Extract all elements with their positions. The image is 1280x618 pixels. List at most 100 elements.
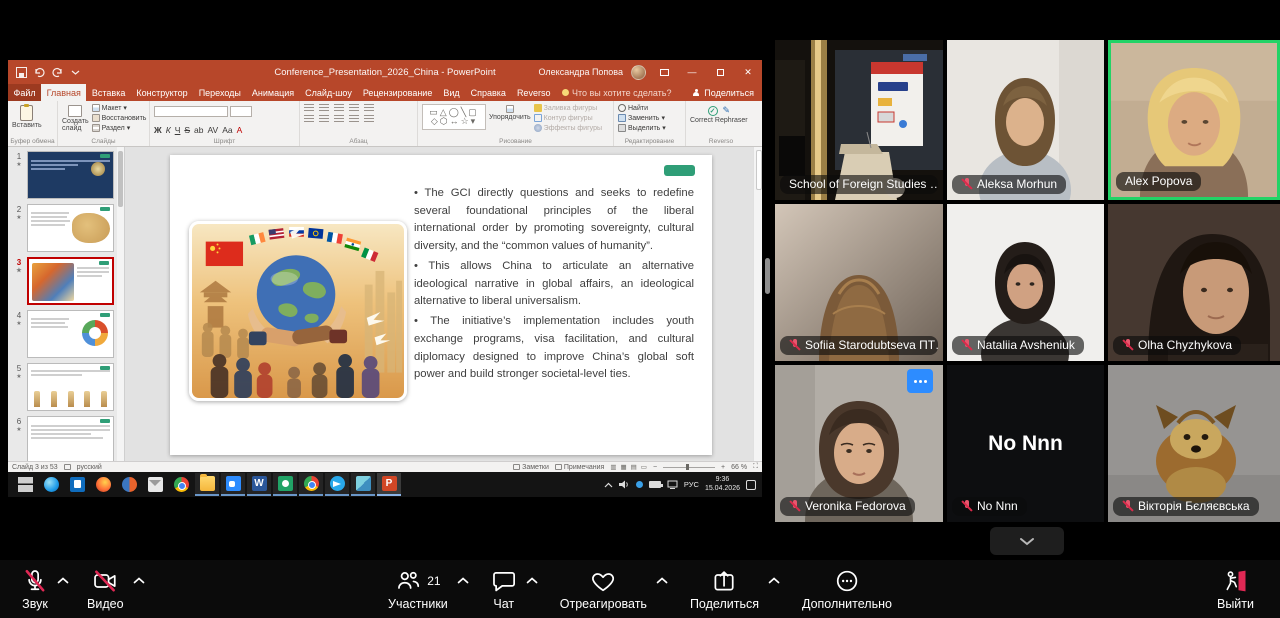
participants-button[interactable]: 21 Участники (386, 564, 450, 615)
green-app-button[interactable] (273, 473, 297, 496)
explorer-button[interactable] (195, 473, 219, 496)
participant-tile-viktoriia[interactable]: Вікторія Бєляєвська (1108, 365, 1280, 522)
tell-me-box[interactable]: Что вы хотите сделать? (556, 84, 678, 101)
slide-thumbnail-5[interactable] (27, 363, 114, 411)
shape-outline-button[interactable]: Контур фигуры (534, 114, 602, 122)
chat-button[interactable]: Чат (489, 564, 519, 615)
share-screen-button[interactable]: Поделиться (688, 564, 761, 615)
zoom-level[interactable]: 66 % (731, 464, 747, 471)
network-icon[interactable] (667, 480, 678, 489)
audio-button[interactable]: Звук (20, 564, 50, 615)
align-center-icon[interactable] (319, 115, 329, 123)
bluetooth-icon[interactable] (636, 481, 643, 488)
share-options-chevron[interactable] (766, 575, 782, 586)
react-options-chevron[interactable] (654, 575, 670, 586)
section-button[interactable]: Раздел ▾ (92, 124, 147, 132)
tab-insert[interactable]: Вставка (86, 84, 130, 101)
justify-icon[interactable] (349, 115, 359, 123)
account-name[interactable]: Олександра Попова (539, 67, 623, 77)
shape-fill-button[interactable]: Заливка фигуры (534, 104, 602, 112)
slideshow-icon[interactable]: ▭ (641, 463, 647, 471)
ribbon-display-options-icon[interactable] (654, 63, 674, 81)
bullets-icon[interactable] (304, 104, 314, 112)
save-icon[interactable] (16, 67, 27, 78)
slide-vertical-scrollbar[interactable] (753, 147, 762, 461)
edge-button[interactable] (39, 473, 63, 496)
shape-gallery[interactable]: ▭△◯╲▢◇⬡↔☆▾ (422, 104, 486, 130)
redo-icon[interactable] (52, 67, 63, 78)
video-options-chevron[interactable] (131, 575, 147, 586)
char-spacing-button[interactable]: ab (194, 125, 203, 135)
telegram-button[interactable] (325, 473, 349, 496)
font-color-button[interactable]: А (237, 125, 243, 135)
tab-home[interactable]: Главная (41, 84, 86, 101)
zoom-slider[interactable] (663, 467, 715, 468)
start-button[interactable] (13, 473, 37, 496)
select-button[interactable]: Выделить ▾ (618, 124, 666, 132)
font-name-box[interactable] (154, 106, 228, 117)
firefox-button[interactable] (91, 473, 115, 496)
participant-tile-school[interactable]: School of Foreign Studies … (775, 40, 943, 200)
indent-decrease-icon[interactable] (334, 104, 344, 112)
arrange-button[interactable]: Упорядочить (489, 104, 531, 121)
align-right-icon[interactable] (334, 115, 344, 123)
shared-screen-scrollbar[interactable] (765, 258, 770, 294)
battery-icon[interactable] (649, 481, 661, 488)
tab-slideshow[interactable]: Слайд-шоу (300, 84, 358, 101)
close-button[interactable]: ✕ (738, 63, 758, 81)
keyboard-language[interactable]: РУС (684, 480, 699, 489)
bold-button[interactable]: Ж (154, 125, 162, 135)
new-slide-button[interactable]: Создать слайд (62, 104, 89, 132)
tile-more-options-button[interactable] (907, 369, 933, 393)
clear-format-button[interactable]: Aa (222, 125, 232, 135)
layout-button[interactable]: Макет ▾ (92, 104, 147, 112)
comments-button[interactable]: Примечания (555, 464, 604, 471)
tab-help[interactable]: Справка (465, 84, 511, 101)
notes-app-button[interactable] (351, 473, 375, 496)
clock[interactable]: 9:36 15.04.2026 (705, 476, 740, 494)
powerpoint-taskbar-button[interactable]: P (377, 473, 401, 496)
slide-thumbnail-6[interactable] (27, 416, 114, 464)
participant-tile-olha[interactable]: Olha Chyzhykova (1108, 204, 1280, 361)
replace-button[interactable]: Заменить ▾ (618, 114, 666, 122)
gallery-scroll-down-button[interactable] (990, 527, 1064, 555)
undo-icon[interactable] (34, 67, 45, 78)
fit-slide-icon[interactable]: ⛶ (753, 463, 758, 471)
italic-button[interactable]: К (166, 125, 171, 135)
zoom-app-button[interactable] (221, 473, 245, 496)
participant-tile-alex-popova[interactable]: Alex Popova (1108, 40, 1280, 200)
strikethrough-button[interactable]: S (184, 125, 190, 135)
opera-button[interactable] (117, 473, 141, 496)
participant-tile-sofiia[interactable]: Sofiia Starodubtseva ПТ… (775, 204, 943, 361)
tab-review[interactable]: Рецензирование (357, 84, 438, 101)
find-button[interactable]: Найти (618, 104, 666, 112)
share-ribbon-button[interactable]: Поделиться (692, 84, 762, 101)
audio-options-chevron[interactable] (55, 575, 71, 586)
mail-button[interactable] (143, 473, 167, 496)
normal-view-icon[interactable]: ▥ (610, 463, 616, 471)
spellcheck-icon[interactable] (64, 464, 71, 470)
participant-tile-no-nnn[interactable]: No Nnn No Nnn (947, 365, 1104, 522)
word-button[interactable]: W (247, 473, 271, 496)
current-slide[interactable]: • The GCI directly questions and seeks t… (170, 155, 712, 455)
restore-button[interactable] (710, 63, 730, 81)
notes-button[interactable]: Заметки (513, 464, 549, 471)
slide-thumbnail-1[interactable] (27, 151, 114, 199)
shape-effects-button[interactable]: Эффекты фигуры (534, 124, 602, 132)
columns-icon[interactable] (364, 115, 374, 123)
tab-animations[interactable]: Анимация (246, 84, 299, 101)
slide-thumbnail-4[interactable] (27, 310, 114, 358)
correct-rephraser-button[interactable]: ✓ ✎ Correct Rephraser (690, 104, 748, 124)
slide-thumbnail-2[interactable] (27, 204, 114, 252)
language-indicator[interactable]: русский (77, 464, 102, 471)
slide-sorter-icon[interactable]: ▦ (620, 463, 626, 471)
react-button[interactable]: Отреагировать (558, 564, 649, 615)
case-button[interactable]: AV (208, 125, 219, 135)
more-button[interactable]: Дополнительно (800, 564, 894, 615)
reset-button[interactable]: Восстановить (92, 114, 147, 122)
zoom-in-button[interactable]: + (721, 464, 725, 471)
notification-center-icon[interactable] (746, 480, 756, 490)
account-avatar[interactable] (631, 65, 646, 80)
participant-tile-veronika[interactable]: Veronika Fedorova (775, 365, 943, 522)
font-size-box[interactable] (230, 106, 252, 117)
